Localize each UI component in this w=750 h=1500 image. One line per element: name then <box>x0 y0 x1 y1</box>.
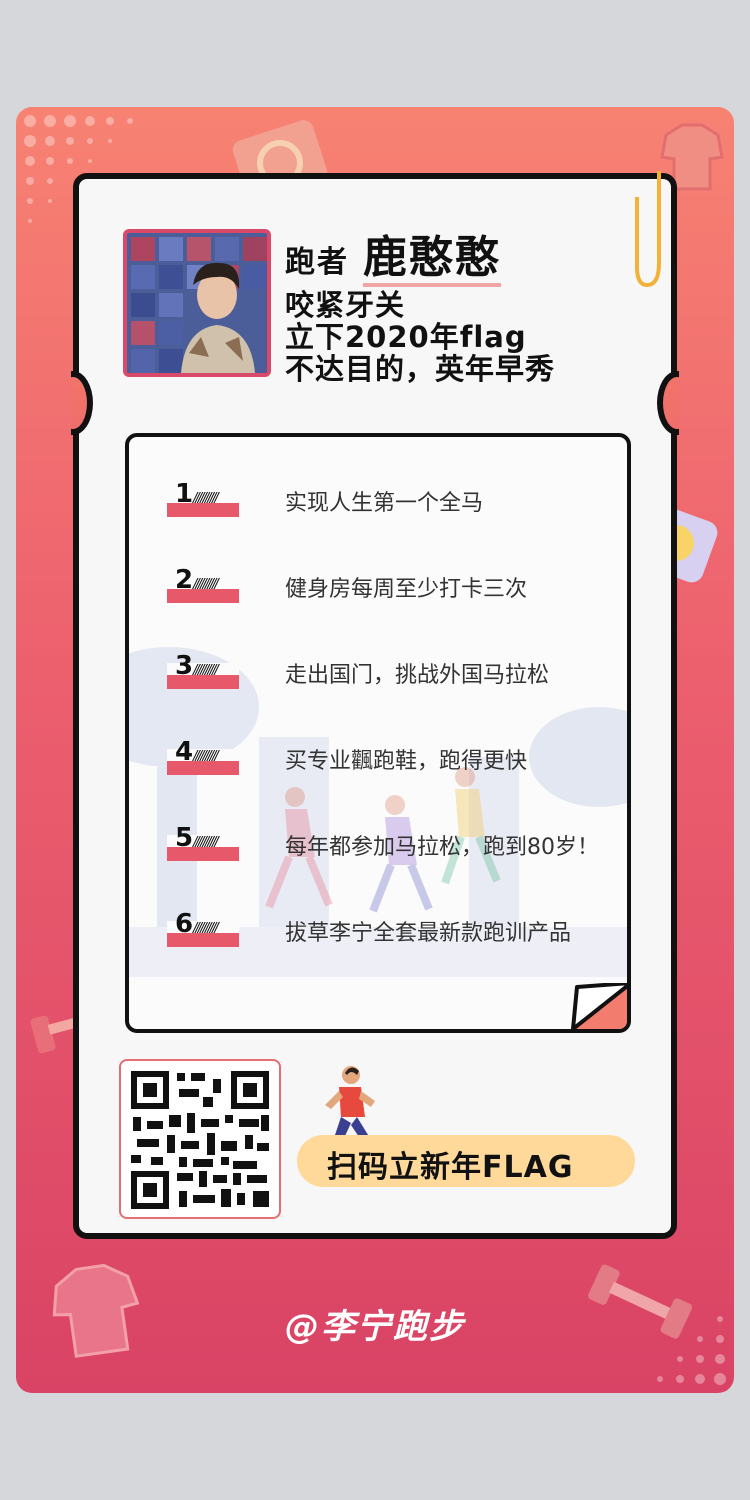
slash-stripe-icon: ////////// <box>193 921 219 936</box>
qr-code-icon[interactable] <box>129 1069 271 1211</box>
runner-name: 鹿憨憨 <box>363 232 501 287</box>
flag-ticket: 跑者 鹿憨憨 咬紧牙关 立下2020年flag 不达目的，英年早秀 1 ////… <box>71 171 679 1239</box>
runner-avatar <box>123 229 271 377</box>
flag-item-text: 每年都参加马拉松，跑到80岁！ <box>285 835 599 860</box>
flag-item-number: 6 <box>175 909 194 939</box>
flag-item-1: 1 ////////// 实现人生第一个全马 <box>167 479 627 517</box>
avatar-photo <box>127 233 267 373</box>
headline-line-3: 不达目的，英年早秀 <box>285 352 556 386</box>
flag-item-number: 3 <box>175 651 194 681</box>
flag-item-3: 3 ////////// 走出国门，挑战外国马拉松 <box>167 651 627 689</box>
flag-item-number: 5 <box>175 823 194 853</box>
flag-item-text: 实现人生第一个全马 <box>285 491 484 516</box>
flag-item-number: 4 <box>175 737 194 767</box>
flag-item-6: 6 ////////// 拔草李宁全套最新款跑训产品 <box>167 909 627 947</box>
flag-item-text: 拔草李宁全套最新款跑训产品 <box>285 921 572 946</box>
slash-stripe-icon: ////////// <box>193 577 219 592</box>
headline-line-1: 咬紧牙关 <box>285 288 406 322</box>
slash-stripe-icon: ////////// <box>193 835 219 850</box>
qr-code-frame[interactable] <box>119 1059 281 1219</box>
flag-item-4: 4 ////////// 买专业飌跑鞋，跑得更快 <box>167 737 627 775</box>
flag-item-text: 买专业飌跑鞋，跑得更快 <box>285 749 528 774</box>
flag-item-number: 2 <box>175 565 194 595</box>
flag-item-text: 健身房每周至少打卡三次 <box>285 577 528 602</box>
runner-header: 跑者 鹿憨憨 咬紧牙关 立下2020年flag 不达目的，英年早秀 <box>285 221 555 385</box>
paperclip-icon <box>635 171 661 288</box>
runner-label: 跑者 <box>285 245 349 280</box>
page-fold-corner-icon <box>571 983 627 1029</box>
flag-item-number: 1 <box>175 479 194 509</box>
slash-stripe-icon: ////////// <box>193 749 219 764</box>
flag-list: 1 ////////// 实现人生第一个全马 2 ////////// 健身房每… <box>125 433 631 1033</box>
slash-stripe-icon: ////////// <box>193 491 219 506</box>
flag-item-2: 2 ////////// 健身房每周至少打卡三次 <box>167 565 627 603</box>
scan-cta-label: 扫码立新年FLAG <box>327 1150 574 1185</box>
slash-stripe-icon: ////////// <box>193 663 219 678</box>
headline-line-2: 立下2020年flag <box>285 320 527 354</box>
scan-cta-button[interactable]: 扫码立新年FLAG <box>297 1135 635 1187</box>
flag-item-text: 走出国门，挑战外国马拉松 <box>285 663 550 688</box>
flag-item-5: 5 ////////// 每年都参加马拉松，跑到80岁！ <box>167 823 627 861</box>
footer-handle: @李宁跑步 <box>285 1307 465 1347</box>
poster-card: 跑者 鹿憨憨 咬紧牙关 立下2020年flag 不达目的，英年早秀 1 ////… <box>16 107 734 1393</box>
